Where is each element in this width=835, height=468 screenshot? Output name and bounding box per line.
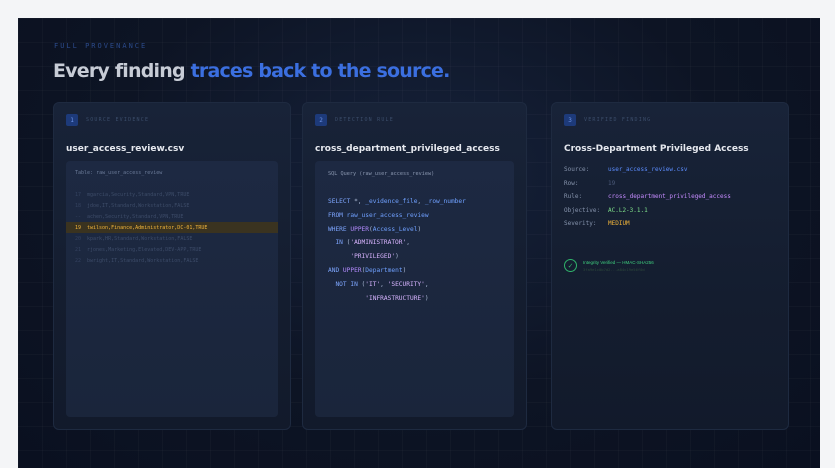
page-title: Every finding traces back to the source. (53, 60, 450, 82)
step-header: 2 DETECTION RULE (315, 114, 394, 126)
row-number: 17 (75, 191, 82, 198)
row-number: 19 (75, 224, 82, 231)
eyebrow-label: FULL PROVENANCE (54, 42, 148, 50)
card-title: Cross-Department Privileged Access (564, 144, 749, 154)
row-text: achen,Security,Standard,VPN,TRUE (87, 213, 184, 220)
row-number: -- (75, 213, 82, 220)
table-row: -- achen,Security,Standard,VPN,TRUE (66, 211, 278, 222)
row-number: 21 (75, 246, 82, 253)
row-number: 18 (75, 202, 82, 209)
row-text: kpark,HR,Standard,Workstation,FALSE (87, 235, 193, 242)
table-row: 17 mgarcia,Security,Standard,VPN,TRUE (66, 189, 278, 200)
step-number: 1 (66, 114, 78, 126)
field-row: Row: 19 (564, 179, 616, 187)
card-title: cross_department_privileged_access (315, 144, 500, 154)
integrity-hash: 3fa9e1c0b7d2...a84c19e56f0d (583, 266, 645, 272)
integrity-label: Integrity Verified — HMAC-SHA256 (583, 259, 654, 265)
table-row: 21 rjones,Marketing,Elevated,DEV-APP,TRUE (66, 244, 278, 255)
step-label: SOURCE EVIDENCE (86, 117, 150, 123)
step-number: 3 (564, 114, 576, 126)
source-evidence-card: 1 SOURCE EVIDENCE user_access_review.csv… (53, 102, 291, 430)
row-text: bwright,IT,Standard,Workstation,FALSE (87, 257, 199, 264)
detection-rule-card: 2 DETECTION RULE cross_department_privil… (302, 102, 527, 430)
csv-rows: 17 mgarcia,Security,Standard,VPN,TRUE 18 jd… (66, 189, 278, 266)
step-label: DETECTION RULE (335, 117, 394, 123)
verified-finding-card: 3 VERIFIED FINDING Cross-Department Priv… (551, 102, 789, 430)
finding-fields: Source: user_access_review.csv Row: 19 Rul… (564, 163, 731, 231)
check-circle-icon: ✓ (564, 259, 577, 272)
sql-caption: SQL Query (raw_user_access_review) (328, 171, 435, 177)
table-row-highlighted: 19 twilson,Finance,Administrator,DC-01,TR… (66, 222, 278, 233)
integrity-status: ✓ Integrity Verified — HMAC-SHA256 3fa9e… (564, 259, 654, 272)
row-number: 20 (75, 235, 82, 242)
field-severity: Severity: MEDIUM (564, 220, 630, 228)
table-row: 22 bwright,IT,Standard,Workstation,FALSE (66, 255, 278, 266)
field-rule: Rule: cross_department_privileged_access (564, 193, 731, 201)
row-text: twilson,Finance,Administrator,DC-01,TRUE (87, 224, 208, 231)
table-row: 18 jdoe,IT,Standard,Workstation,FALSE (66, 200, 278, 211)
provenance-panel: FULL PROVENANCE Every finding traces bac… (18, 18, 820, 468)
csv-preview: Table: raw_user_access_review 17 mgarcia,… (66, 161, 278, 417)
row-number: 22 (75, 257, 82, 264)
field-objective: Objective: AC.L2-3.1.1 (564, 206, 648, 214)
field-source: Source: user_access_review.csv (564, 166, 688, 174)
step-header: 3 VERIFIED FINDING (564, 114, 651, 126)
sql-query: SELECT *, _evidence_file, _row_number FR… (328, 198, 466, 302)
row-text: mgarcia,Security,Standard,VPN,TRUE (87, 191, 190, 198)
card-title: user_access_review.csv (66, 144, 185, 154)
table-caption: Table: raw_user_access_review (75, 170, 163, 176)
step-number: 2 (315, 114, 327, 126)
row-text: rjones,Marketing,Elevated,DEV-APP,TRUE (87, 246, 202, 253)
row-text: jdoe,IT,Standard,Workstation,FALSE (87, 202, 190, 209)
step-label: VERIFIED FINDING (584, 117, 652, 123)
headline-lead: Every finding (53, 60, 191, 82)
step-header: 1 SOURCE EVIDENCE (66, 114, 149, 126)
table-row: 20 kpark,HR,Standard,Workstation,FALSE (66, 233, 278, 244)
sql-panel: SQL Query (raw_user_access_review) SELEC… (315, 161, 514, 417)
headline-accent: traces back to the source. (190, 60, 451, 82)
